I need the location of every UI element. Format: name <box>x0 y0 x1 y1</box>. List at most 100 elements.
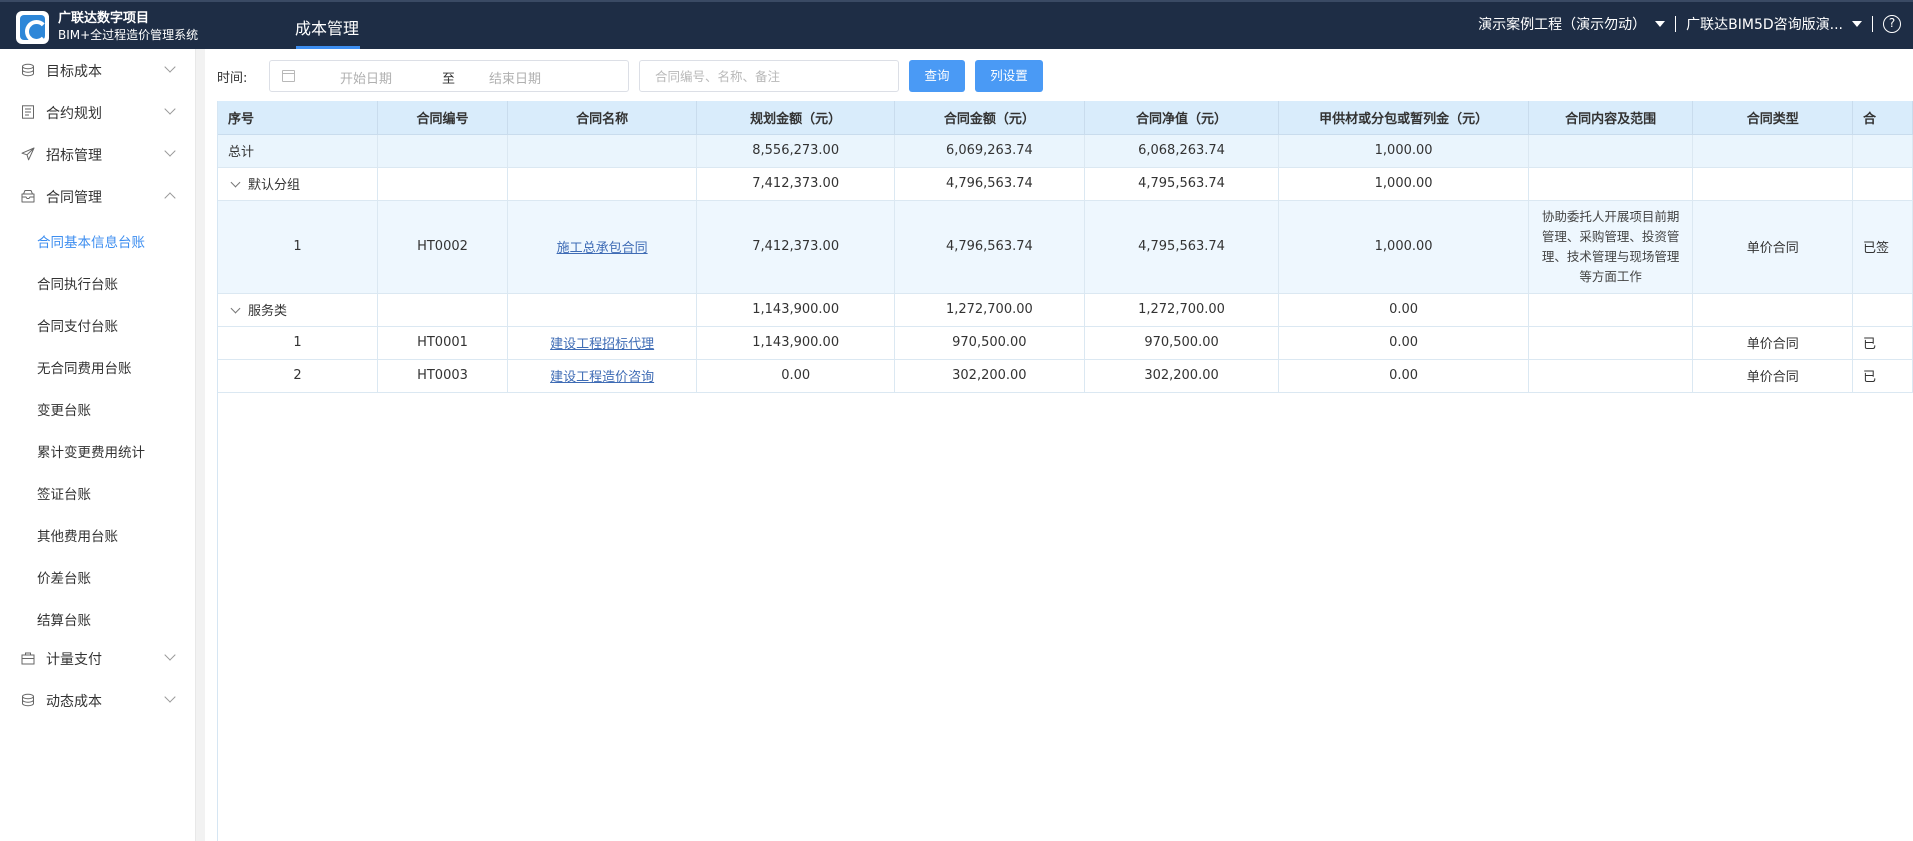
sidebar-item-dynamic-cost[interactable]: 动态成本 <box>0 679 196 721</box>
group-planned: 1,143,900.00 <box>696 293 896 327</box>
sidebar-subitem-visa-ledger[interactable]: 签证台账 <box>37 483 91 503</box>
group-planned: 7,412,373.00 <box>696 167 896 201</box>
column-header-net[interactable]: 合同净值（元） <box>1084 101 1280 135</box>
sidebar-subitem-contract-basic-info[interactable]: 合同基本信息台账 <box>37 231 145 251</box>
row-extra: 已签 <box>1852 200 1913 294</box>
start-date-field[interactable]: 开始日期 <box>340 68 392 87</box>
contract-name-link[interactable]: 建设工程造价咨询 <box>550 370 654 385</box>
top-header: 广联达数字项目 BIM+全过程造价管理系统 成本管理 演示案例工程（演示勿动） … <box>0 0 1913 49</box>
top-border <box>0 0 1913 2</box>
contract-name-link[interactable]: 建设工程招标代理 <box>550 337 654 352</box>
column-header-name[interactable]: 合同名称 <box>507 101 698 135</box>
database-icon <box>22 63 34 77</box>
app-logo[interactable] <box>16 11 49 44</box>
sidebar-item-label: 目标成本 <box>46 64 102 80</box>
date-separator: 至 <box>442 72 456 87</box>
column-header-type[interactable]: 合同类型 <box>1692 101 1853 135</box>
column-settings-button[interactable]: 列设置 <box>975 60 1043 92</box>
sidebar-item-target-cost[interactable]: 目标成本 <box>0 49 196 91</box>
contract-table: 序号 合同编号 合同名称 规划金额（元） 合同金额（元） 合同净值（元） 甲供材… <box>217 101 1913 841</box>
column-header-supply[interactable]: 甲供材或分包或暂列金（元） <box>1278 101 1529 135</box>
table-cell <box>1852 293 1913 327</box>
group-name: 默认分组 <box>248 178 301 193</box>
column-header-scope[interactable]: 合同内容及范围 <box>1528 101 1694 135</box>
table-cell <box>1852 167 1913 201</box>
org-selector-value: 广联达BIM5D咨询版演... <box>1686 17 1843 33</box>
sidebar-item-label: 合同管理 <box>46 190 102 206</box>
sidebar-subitem-non-contract-fees[interactable]: 无合同费用台账 <box>37 357 132 377</box>
table-row[interactable]: 2 HT0003 建设工程造价咨询 0.00 302,200.00 302,20… <box>218 359 1913 393</box>
main-panel: 时间: 开始日期 至 结束日期 查询 列设置 序号 合同编号 <box>205 49 1913 841</box>
date-range-picker[interactable]: 开始日期 至 结束日期 <box>269 60 629 92</box>
database-icon <box>22 693 34 707</box>
chevron-down-icon[interactable] <box>230 303 241 314</box>
briefcase-icon <box>21 652 35 665</box>
sidebar-subitem-contract-payment[interactable]: 合同支付台账 <box>37 315 118 335</box>
group-supply: 1,000.00 <box>1278 167 1529 201</box>
total-amount: 6,069,263.74 <box>894 134 1085 168</box>
end-date-field[interactable]: 结束日期 <box>489 68 541 87</box>
row-code: HT0002 <box>377 200 508 294</box>
row-extra: 已 <box>1852 359 1913 393</box>
column-header-more[interactable]: 合 <box>1852 101 1913 135</box>
contract-name-link[interactable]: 施工总承包合同 <box>557 241 648 256</box>
row-planned: 7,412,373.00 <box>696 200 896 294</box>
column-header-no[interactable]: 序号 <box>218 101 379 135</box>
total-net: 6,068,263.74 <box>1084 134 1280 168</box>
row-extra: 已 <box>1852 326 1913 360</box>
time-label: 时间: <box>217 71 248 86</box>
query-button[interactable]: 查询 <box>909 60 965 92</box>
table-cell <box>1692 134 1853 168</box>
sidebar-subitem-price-difference[interactable]: 价差台账 <box>37 567 91 587</box>
table-cell <box>1528 293 1694 327</box>
project-selector-value: 演示案例工程（演示勿动） <box>1478 17 1647 33</box>
table-header-row: 序号 合同编号 合同名称 规划金额（元） 合同金额（元） 合同净值（元） 甲供材… <box>218 101 1913 135</box>
chevron-down-icon <box>164 61 176 73</box>
row-scope <box>1528 326 1694 360</box>
table-cell <box>1852 134 1913 168</box>
row-amount: 302,200.00 <box>894 359 1085 393</box>
column-header-code[interactable]: 合同编号 <box>377 101 508 135</box>
sidebar-subitem-cumulative-change[interactable]: 累计变更费用统计 <box>37 441 145 461</box>
group-name: 服务类 <box>248 304 288 319</box>
chevron-down-icon[interactable] <box>230 177 241 188</box>
header-right: 演示案例工程（演示勿动） 广联达BIM5D咨询版演... ? <box>1478 14 1901 34</box>
sidebar-item-contract-planning[interactable]: 合约规划 <box>0 91 196 133</box>
sidebar-scrollbar[interactable] <box>196 49 205 841</box>
sidebar-subitem-settlement[interactable]: 结算台账 <box>37 609 91 629</box>
sidebar-item-measurement-payment[interactable]: 计量支付 <box>0 637 196 679</box>
row-no: 2 <box>218 359 379 393</box>
org-selector[interactable]: 广联达BIM5D咨询版演... <box>1686 14 1862 34</box>
table-cell <box>1528 134 1694 168</box>
tab-cost-management-label: 成本管理 <box>295 19 360 38</box>
group-amount: 4,796,563.74 <box>894 167 1085 201</box>
contract-table-grid: 序号 合同编号 合同名称 规划金额（元） 合同金额（元） 合同净值（元） 甲供材… <box>218 101 1913 393</box>
project-selector[interactable]: 演示案例工程（演示勿动） <box>1478 14 1666 34</box>
group-row-default[interactable]: 默认分组 7,412,373.00 4,796,563.74 4,795,563… <box>218 167 1913 201</box>
calendar-icon <box>282 70 295 82</box>
tab-cost-management[interactable]: 成本管理 <box>295 0 360 49</box>
group-row-service[interactable]: 服务类 1,143,900.00 1,272,700.00 1,272,700.… <box>218 293 1913 327</box>
total-label: 总计 <box>218 134 379 168</box>
column-header-amount[interactable]: 合同金额（元） <box>894 101 1085 135</box>
chevron-down-icon <box>1852 21 1862 27</box>
help-icon[interactable]: ? <box>1883 15 1901 33</box>
row-supply: 0.00 <box>1278 359 1529 393</box>
column-header-planned[interactable]: 规划金额（元） <box>696 101 896 135</box>
table-row[interactable]: 1 HT0001 建设工程招标代理 1,143,900.00 970,500.0… <box>218 326 1913 360</box>
sidebar-subitem-change-ledger[interactable]: 变更台账 <box>37 399 91 419</box>
sidebar-item-bidding[interactable]: 招标管理 <box>0 133 196 175</box>
search-input[interactable] <box>640 61 898 91</box>
row-no: 1 <box>218 326 379 360</box>
row-no: 1 <box>218 200 379 294</box>
table-row[interactable]: 1 HT0002 施工总承包合同 7,412,373.00 4,796,563.… <box>218 200 1913 294</box>
sidebar-item-label: 合约规划 <box>46 106 102 122</box>
row-net: 302,200.00 <box>1084 359 1280 393</box>
sidebar-subitem-contract-execution[interactable]: 合同执行台账 <box>37 273 118 293</box>
sidebar-item-contract-management[interactable]: 合同管理 <box>0 175 196 217</box>
inbox-icon <box>21 190 35 203</box>
table-cell <box>377 167 508 201</box>
row-amount: 4,796,563.74 <box>894 200 1085 294</box>
search-box <box>639 60 899 92</box>
sidebar-subitem-other-fees[interactable]: 其他费用台账 <box>37 525 118 545</box>
